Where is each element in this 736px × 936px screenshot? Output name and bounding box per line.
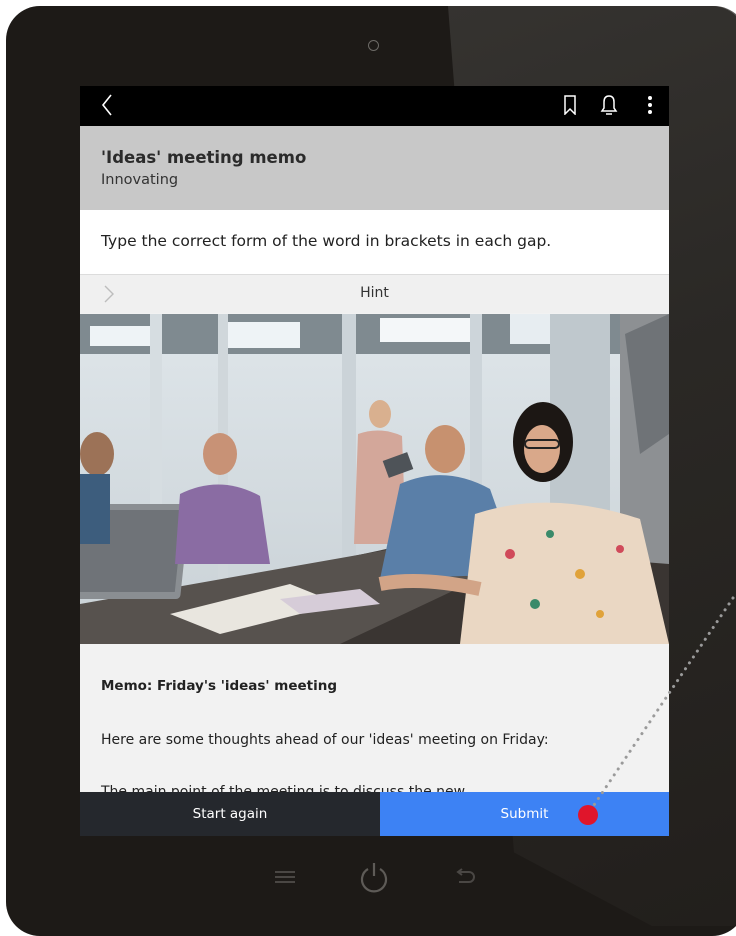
bookmark-icon[interactable] (560, 92, 580, 118)
app-screen: 'Ideas' meeting memo Innovating Type the… (80, 86, 669, 836)
menu-icon[interactable] (272, 860, 298, 894)
memo-intro: Here are some thoughts ahead of our 'ide… (101, 732, 549, 748)
start-again-button[interactable]: Start again (80, 792, 380, 836)
camera-icon (368, 40, 379, 51)
power-icon[interactable] (356, 860, 392, 894)
bell-icon[interactable] (598, 92, 620, 118)
back-icon[interactable] (96, 92, 118, 118)
more-icon[interactable] (645, 92, 655, 118)
return-icon[interactable] (452, 860, 478, 894)
instruction-panel: Type the correct form of the word in bra… (80, 210, 669, 275)
hint-label: Hint (360, 285, 389, 301)
top-bar (80, 86, 669, 126)
meeting-photo (80, 314, 669, 644)
submit-button[interactable]: Submit (380, 792, 669, 836)
page-header: 'Ideas' meeting memo Innovating (80, 126, 669, 210)
page-subtitle: Innovating (101, 172, 179, 188)
action-bar: Start again Submit (80, 792, 669, 836)
page-title: 'Ideas' meeting memo (101, 148, 307, 167)
hint-toggle[interactable]: Hint (80, 275, 669, 313)
instruction-text: Type the correct form of the word in bra… (101, 232, 552, 250)
memo-heading: Memo: Friday's 'ideas' meeting (101, 678, 337, 694)
